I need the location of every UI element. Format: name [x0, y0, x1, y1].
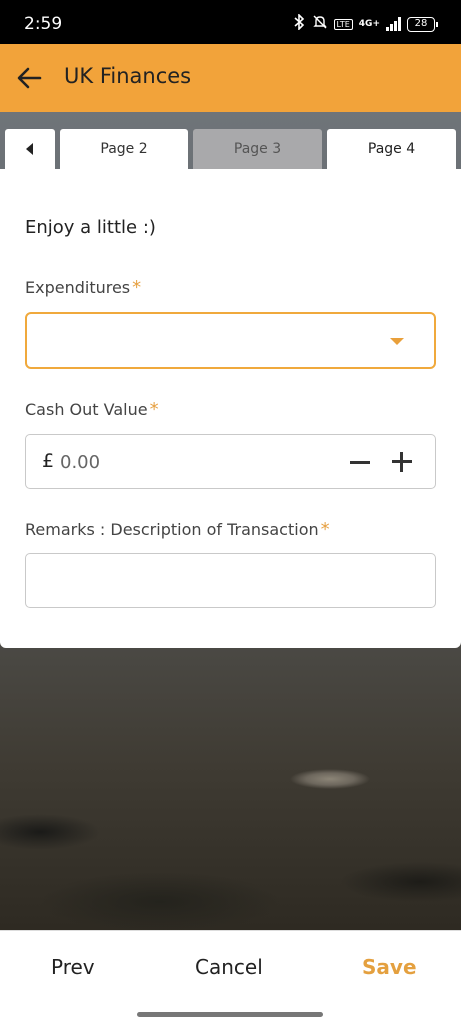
decrement-button[interactable]: [346, 449, 374, 477]
required-mark: *: [149, 399, 159, 420]
tab-previous-pages[interactable]: [5, 129, 55, 169]
back-arrow-icon[interactable]: [16, 64, 44, 92]
cancel-button[interactable]: Cancel: [195, 955, 263, 979]
signal-icon: [386, 17, 401, 31]
cash-out-label-text: Cash Out Value: [25, 400, 148, 419]
increment-button[interactable]: [388, 448, 416, 476]
network-type: 4G+: [358, 18, 380, 29]
bell-muted-icon: [312, 14, 328, 34]
app-title: UK Finances: [64, 64, 192, 88]
status-time: 2:59: [24, 14, 63, 34]
status-bar: 2:59 LTE 4G+ 28: [0, 0, 461, 44]
cash-out-label: Cash Out Value *: [25, 399, 159, 420]
prev-button[interactable]: Prev: [51, 955, 95, 979]
lte-badge: LTE: [333, 18, 353, 30]
remarks-input[interactable]: [26, 554, 435, 607]
status-icons: LTE 4G+ 28: [292, 13, 438, 34]
currency-symbol: £: [42, 450, 55, 472]
caret-left-icon: [26, 143, 33, 155]
home-indicator[interactable]: [137, 1012, 323, 1017]
save-button[interactable]: Save: [362, 955, 417, 979]
remarks-field: [25, 553, 436, 608]
required-mark: *: [320, 519, 330, 540]
tab-page-2[interactable]: Page 2: [60, 129, 188, 169]
tab-page-3[interactable]: Page 3: [193, 129, 322, 169]
chevron-down-icon: [390, 338, 404, 345]
remarks-label-text: Remarks : Description of Transaction: [25, 520, 319, 539]
expenditures-label: Expenditures *: [25, 277, 141, 298]
system-nav-area: [0, 1002, 461, 1024]
cash-out-field: £: [25, 434, 436, 489]
expenditures-dropdown[interactable]: [25, 312, 436, 369]
battery-icon: 28: [407, 16, 438, 32]
bluetooth-icon: [292, 13, 306, 34]
bottom-action-bar: Prev Cancel Save: [0, 930, 461, 1002]
form-card: Enjoy a little :) Expenditures * Cash Out…: [0, 169, 461, 648]
required-mark: *: [132, 277, 142, 298]
remarks-label: Remarks : Description of Transaction *: [25, 519, 330, 540]
form-intro: Enjoy a little :): [25, 217, 156, 238]
cash-out-input[interactable]: [60, 443, 320, 481]
tab-page-4[interactable]: Page 4: [327, 129, 456, 173]
expenditures-label-text: Expenditures: [25, 278, 131, 297]
app-bar: UK Finances: [0, 44, 461, 112]
